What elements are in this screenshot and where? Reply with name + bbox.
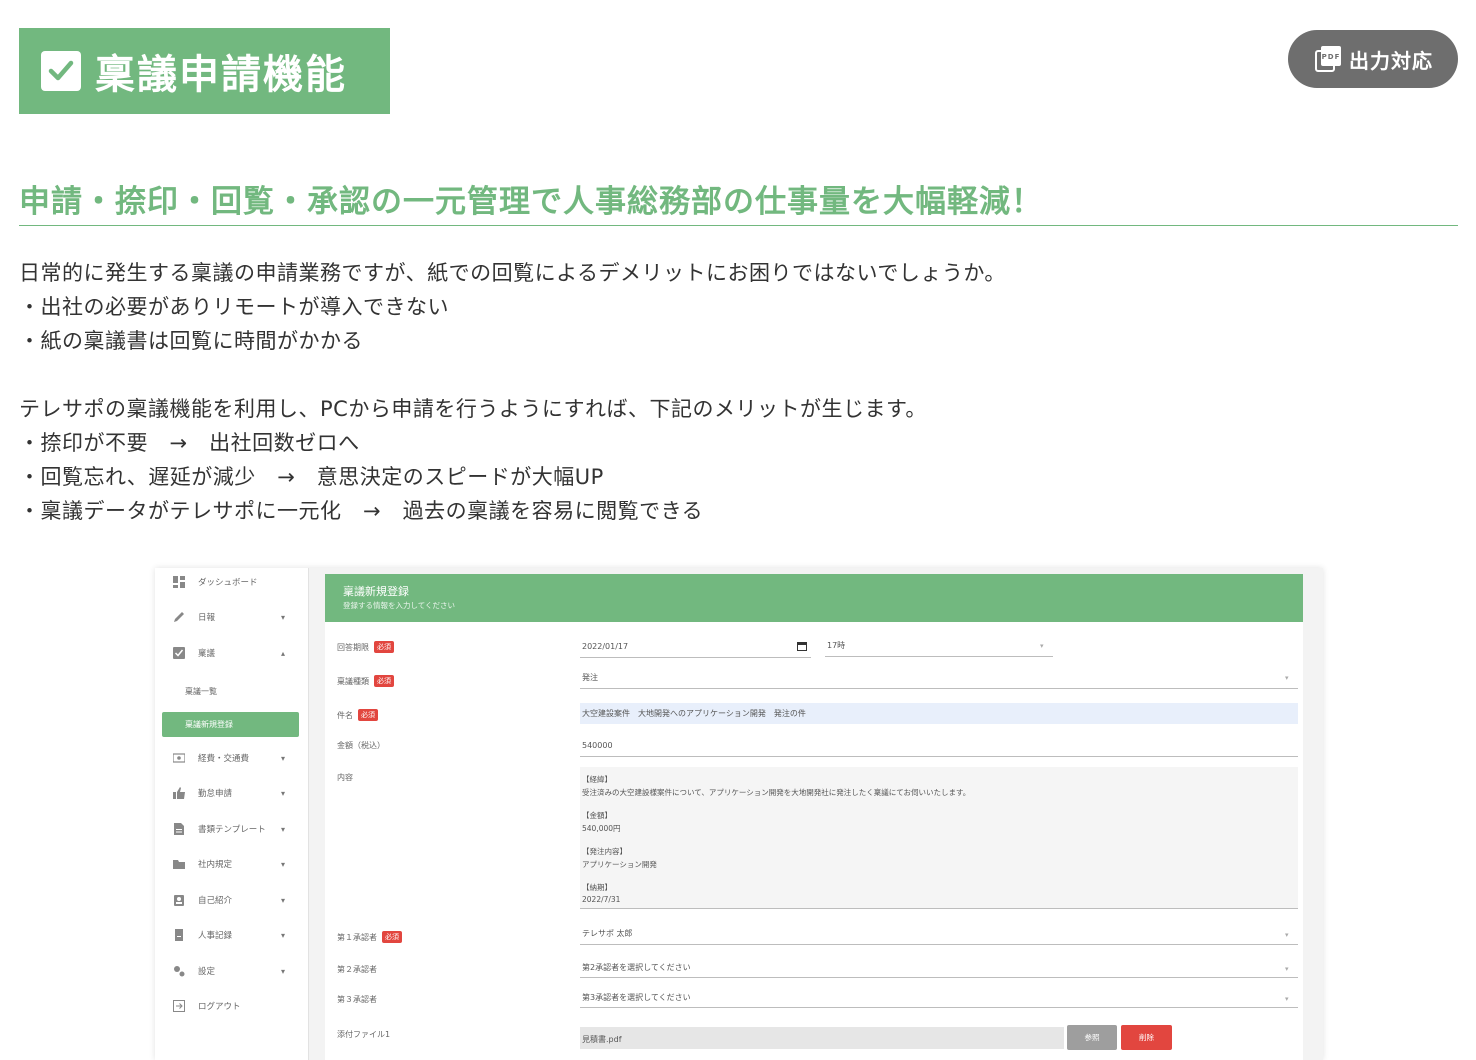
benefit-item: ・捺印が不要 → 出社回数ゼロへ — [19, 431, 360, 455]
badge-icon — [173, 894, 185, 906]
required-badge: 必須 — [374, 675, 394, 687]
deadline-label: 回答期限 必須 — [337, 641, 394, 653]
approver3-select[interactable]: 第3承認者を選択してください — [582, 992, 691, 1003]
pdf-badge-label: 出力対応 — [1349, 48, 1433, 73]
svg-text:PDF: PDF — [1322, 53, 1341, 61]
required-badge: 必須 — [358, 709, 378, 721]
logout-icon — [173, 1000, 185, 1012]
amount-input[interactable]: 540000 — [582, 741, 613, 750]
form-subtitle: 登録する情報を入力してください — [343, 601, 456, 610]
chevron-down-icon: ▾ — [281, 612, 286, 622]
required-badge: 必須 — [374, 641, 394, 653]
sidebar-item-settings[interactable]: 設定 ▾ — [155, 961, 308, 981]
chevron-down-icon: ▾ — [281, 753, 286, 763]
document-icon — [173, 823, 185, 835]
folder-icon — [173, 858, 185, 870]
subject-input[interactable]: 大空建設案件 大地開発へのアプリケーション開発 発注の件 — [582, 708, 806, 719]
section-subheading: 申請・捺印・回覧・承認の一元管理で人事総務部の仕事量を大幅軽減！ — [19, 176, 1458, 226]
benefit-item: ・稟議データがテレサポに一元化 → 過去の稟議を容易に閲覧できる — [19, 499, 704, 523]
sidebar-subitem-ringi-new[interactable]: 稟議新規登録 — [162, 712, 299, 737]
approver2-select[interactable]: 第2承認者を選択してください — [582, 962, 691, 973]
chevron-down-icon: ▾ — [281, 824, 286, 834]
sidebar-item-document-templates[interactable]: 書類テンプレート ▾ — [155, 819, 308, 839]
feature-title-banner: 稟議申請機能 — [19, 28, 390, 114]
content-textarea[interactable]: 【経緯】 受注済みの大空建設様案件について、アプリケーション開発を大地開発社に発… — [580, 767, 1298, 909]
approver3-label: 第３承認者 — [337, 995, 377, 1004]
pdf-icon: PDF — [1313, 44, 1343, 74]
form-title: 稟議新規登録 — [343, 585, 409, 598]
delete-button[interactable]: 削除 — [1121, 1025, 1172, 1050]
attachment-label: 添付ファイル1 — [337, 1030, 391, 1039]
amount-label: 金額（税込） — [337, 741, 385, 750]
calendar-icon[interactable] — [797, 641, 807, 654]
checkbox-icon — [41, 51, 81, 91]
form-header: 稟議新規登録 登録する情報を入力してください — [325, 574, 1303, 622]
description: 日常的に発生する稟議の申請業務ですが、紙での回覧によるデメリットにお困りではない… — [19, 256, 1006, 528]
sidebar-item-dashboard[interactable]: ダッシュボード — [155, 572, 308, 592]
sidebar-item-daily-report[interactable]: 日報 ▾ — [155, 607, 308, 627]
gears-icon — [173, 965, 185, 977]
benefit-item: ・回覧忘れ、遅延が減少 → 意思決定のスピードが大幅UP — [19, 465, 604, 489]
solution-intro-text: テレサポの稟議機能を利用し、PCから申請を行うようにすれば、下記のメリットが生じ… — [19, 397, 927, 421]
browse-button[interactable]: 参照 — [1067, 1025, 1117, 1050]
chevron-down-icon: ▾ — [1285, 995, 1289, 1003]
type-label: 稟議種類 必須 — [337, 675, 394, 687]
sidebar-item-self-introduction[interactable]: 自己紹介 ▾ — [155, 890, 308, 910]
checkbox-icon — [173, 647, 185, 659]
sidebar-item-logout[interactable]: ログアウト — [155, 996, 308, 1016]
pencil-icon — [173, 611, 185, 623]
problem-item: ・紙の稟議書は回覧に時間がかかる — [19, 329, 363, 353]
feature-title: 稟議申請機能 — [95, 52, 347, 98]
thumbs-up-icon — [173, 787, 185, 799]
sidebar-subitem-ringi-list[interactable]: 稟議一覧 — [185, 686, 217, 697]
record-icon — [173, 929, 185, 941]
chevron-down-icon: ▾ — [1285, 965, 1289, 973]
chevron-down-icon: ▾ — [1040, 642, 1044, 650]
approver1-select[interactable]: テレサポ 太郎 — [582, 928, 633, 939]
app-screenshot: ダッシュボード 日報 ▾ 稟議 ▴ 稟議一覧 稟議新規登録 経費・交通費 ▾ 勤… — [155, 568, 1323, 1060]
money-icon — [173, 752, 185, 764]
deadline-date-field[interactable]: 2022/01/17 — [582, 642, 628, 651]
sidebar-item-hr-records[interactable]: 人事記録 ▾ — [155, 925, 308, 945]
form-panel: 稟議新規登録 登録する情報を入力してください 回答期限 必須 2022/01/17… — [325, 574, 1303, 1060]
type-select[interactable]: 発注 — [582, 672, 598, 683]
problem-item: ・出社の必要がありリモートが導入できない — [19, 295, 449, 319]
approver2-label: 第２承認者 — [337, 965, 377, 974]
pdf-export-badge: PDF 出力対応 — [1288, 30, 1458, 88]
sidebar-item-ringi[interactable]: 稟議 ▴ — [155, 643, 308, 663]
required-badge: 必須 — [382, 931, 402, 943]
chevron-down-icon: ▾ — [281, 930, 286, 940]
chevron-down-icon: ▾ — [1285, 674, 1289, 682]
sidebar: ダッシュボード 日報 ▾ 稟議 ▴ 稟議一覧 稟議新規登録 経費・交通費 ▾ 勤… — [155, 568, 309, 1060]
chevron-down-icon: ▾ — [281, 859, 286, 869]
chevron-down-icon: ▾ — [281, 788, 286, 798]
chevron-down-icon: ▾ — [281, 895, 286, 905]
approver1-label: 第１承認者 必須 — [337, 931, 402, 943]
dashboard-icon — [173, 576, 185, 588]
chevron-down-icon: ▾ — [281, 966, 286, 976]
sidebar-item-company-rules[interactable]: 社内規定 ▾ — [155, 854, 308, 874]
deadline-time-select[interactable]: 17時 — [827, 640, 845, 651]
attachment-file-field[interactable] — [580, 1027, 1064, 1049]
subject-label: 件名 必須 — [337, 709, 378, 721]
intro-text: 日常的に発生する稟議の申請業務ですが、紙での回覧によるデメリットにお困りではない… — [19, 261, 1006, 285]
chevron-down-icon: ▾ — [1285, 931, 1289, 939]
content-label: 内容 — [337, 773, 353, 782]
attachment-file-name: 見積書.pdf — [582, 1035, 622, 1044]
sidebar-item-expenses[interactable]: 経費・交通費 ▾ — [155, 748, 308, 768]
chevron-up-icon: ▴ — [281, 648, 286, 658]
sidebar-item-attendance[interactable]: 勤怠申請 ▾ — [155, 783, 308, 803]
